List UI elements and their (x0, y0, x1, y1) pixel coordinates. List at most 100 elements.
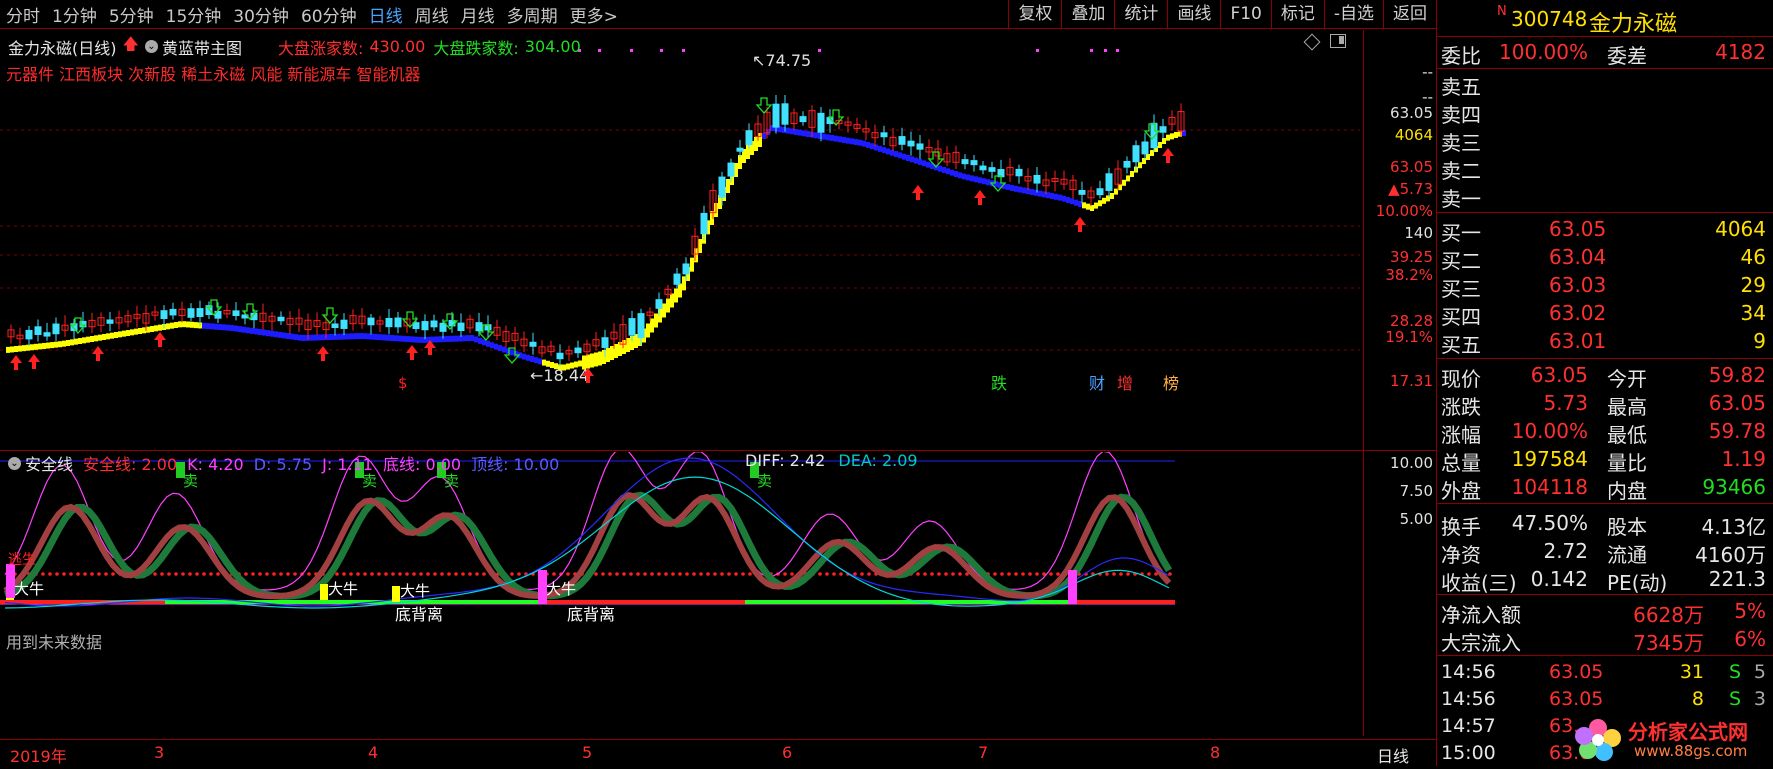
axis-label: 19.1% (1385, 328, 1433, 346)
remove-watchlist-button[interactable]: -自选 (1323, 0, 1383, 28)
event-tag[interactable]: 跌 (991, 374, 1007, 393)
stat-row: 涨幅 10.00% 最低 59.78 (1437, 418, 1773, 447)
window-toggle-icon[interactable] (1330, 34, 1346, 48)
high-price-label: ↖74.75 (752, 51, 811, 70)
band-segment (894, 151, 898, 158)
band-segment (86, 336, 90, 343)
safety-dot (734, 572, 738, 576)
period-tab[interactable]: 60分钟 (295, 2, 363, 27)
divider (1437, 503, 1773, 504)
band-segment (858, 139, 862, 146)
band-segment (530, 356, 534, 362)
safety-dot (97, 572, 101, 576)
safety-dot (279, 572, 283, 576)
sub-indicator-name[interactable]: 安全线 (25, 451, 73, 475)
stat-value: 4160万 (1695, 543, 1766, 567)
bull-marker (320, 584, 328, 600)
event-tag[interactable]: 增 (1117, 374, 1133, 393)
band-segment (374, 333, 378, 340)
axis-label: 38.2% (1385, 266, 1433, 284)
period-tab[interactable]: 1分钟 (46, 2, 103, 27)
signal-dot (682, 49, 685, 52)
bid-price: 63.03 (1549, 273, 1607, 297)
chevron-down-icon[interactable]: ⌄ (8, 456, 21, 470)
safety-dot (615, 572, 619, 576)
band-segment (798, 129, 802, 136)
period-tab[interactable]: 15分钟 (160, 2, 228, 27)
main-indicator-name[interactable]: 黄蓝带主图 (162, 35, 242, 59)
statistics-button[interactable]: 统计 (1114, 0, 1167, 28)
safety-dot (1021, 572, 1025, 576)
buy-arrow-icon (1162, 148, 1174, 163)
band-segment (498, 345, 502, 352)
period-tab[interactable]: 分时 (0, 2, 46, 27)
safety-dot (650, 572, 654, 576)
f10-button[interactable]: F10 (1220, 0, 1270, 28)
divider (1437, 655, 1773, 656)
band-segment (1130, 171, 1134, 177)
candle-body (412, 322, 420, 330)
band-segment (1050, 193, 1054, 199)
fuquan-button[interactable]: 复权 (1008, 0, 1061, 28)
safety-line-indicator-chart[interactable]: 顶背离底背离底背离卖卖卖卖大牛大牛大牛大牛逃生用到未来数据 (0, 452, 1360, 737)
period-tab[interactable]: 月线 (455, 2, 501, 27)
band-segment (1022, 187, 1026, 194)
safety-dot (993, 572, 997, 576)
indicator-param: D: 5.75 (253, 455, 313, 474)
band-segment (394, 335, 398, 342)
band-segment (50, 342, 54, 349)
band-segment (82, 337, 86, 344)
candlestick-chart[interactable]: ↖74.75 ←18.44 $ 跌 财增 榜 (0, 30, 1360, 450)
indicator-param: 底线: 0.00 (382, 455, 462, 474)
chart-title: 金力永磁(日线) (8, 38, 117, 58)
band-segment (1102, 197, 1106, 204)
tick-count: 3 (1753, 688, 1766, 710)
stat-label: 今开 (1607, 367, 1647, 391)
band-segment (466, 335, 470, 342)
back-button[interactable]: 返回 (1383, 0, 1436, 28)
tool-buttons: 复权 叠加 统计 画线 F10 标记 -自选 返回 (1008, 0, 1436, 28)
stat-value: 63.05 (1530, 363, 1588, 387)
period-indicator[interactable]: 日线 (1377, 743, 1409, 767)
chevron-down-icon[interactable]: ⌄ (144, 40, 158, 53)
candle-body (1078, 189, 1086, 195)
candle-body (367, 317, 375, 326)
safety-dot (671, 572, 675, 576)
band-segment (54, 341, 58, 348)
divider (1437, 212, 1773, 213)
overlay-button[interactable]: 叠加 (1061, 0, 1114, 28)
event-tag[interactable]: 财 (1089, 374, 1105, 393)
ask-label: 卖二 (1441, 159, 1481, 183)
draw-line-button[interactable]: 画线 (1167, 0, 1220, 28)
period-tab[interactable]: 5分钟 (103, 2, 160, 27)
band-segment (1078, 201, 1082, 207)
stat-label: 外盘 (1441, 479, 1481, 503)
safety-dot (818, 572, 822, 576)
event-tag[interactable]: 榜 (1163, 374, 1179, 393)
more-periods-button[interactable]: 更多> (564, 2, 624, 27)
safety-dot (825, 572, 829, 576)
band-segment (986, 179, 990, 186)
period-tab-daily[interactable]: 日线 (363, 2, 409, 27)
market-down-label: 大盘跌家数: (433, 38, 519, 58)
band-segment (338, 333, 342, 340)
period-tab[interactable]: 周线 (409, 2, 455, 27)
stat-label: PE(动) (1607, 571, 1668, 595)
band-segment (1006, 184, 1010, 191)
mark-button[interactable]: 标记 (1270, 0, 1324, 28)
band-segment (318, 334, 322, 341)
safety-dot (923, 572, 927, 576)
band-segment (398, 335, 402, 342)
band-segment (1062, 195, 1066, 202)
period-tab[interactable]: 多周期 (501, 2, 564, 27)
safety-dot (440, 572, 444, 576)
safety-dot (692, 572, 696, 576)
safety-dot (335, 572, 339, 576)
period-tab[interactable]: 30分钟 (227, 2, 295, 27)
band-segment (358, 333, 362, 340)
band-segment (310, 334, 314, 341)
safety-dot (160, 572, 164, 576)
flow-value: 6628万 (1633, 603, 1704, 627)
divider (1437, 594, 1773, 595)
candle-body (439, 322, 447, 332)
